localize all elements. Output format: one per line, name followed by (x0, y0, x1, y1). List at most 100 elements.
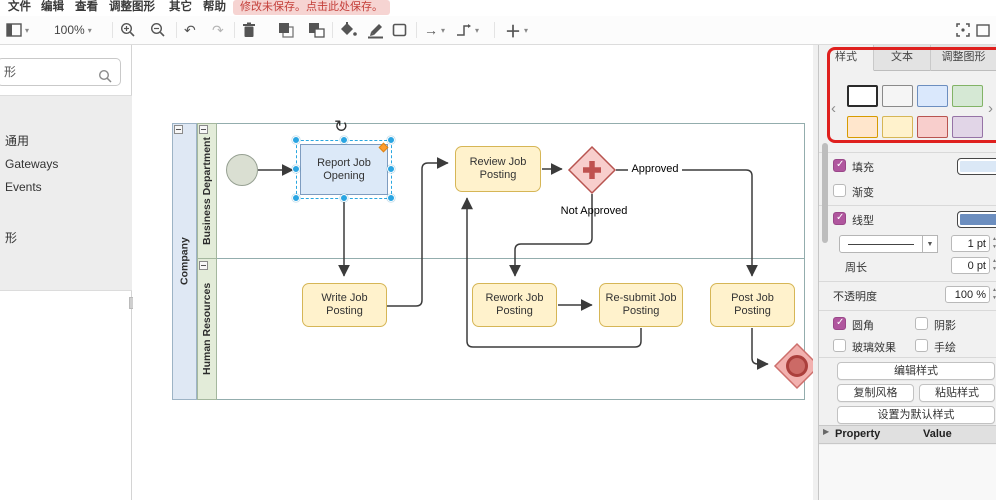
opacity-stepper[interactable]: ▲ ▼ (990, 286, 996, 303)
collapse-icon[interactable] (199, 125, 208, 134)
insert-button[interactable]: ＋ ▾ (505, 20, 528, 41)
redo-button[interactable]: ↷ (212, 20, 224, 40)
line-width-stepper[interactable]: ▲ ▼ (990, 235, 996, 252)
start-event-node[interactable] (226, 154, 258, 186)
edge-label-not-approved[interactable]: Not Approved (554, 205, 634, 217)
menu-arrange[interactable]: 调整图形 (109, 0, 155, 15)
set-default-style-button[interactable]: 设置为默认样式 (837, 406, 995, 424)
delete-button[interactable] (242, 20, 256, 40)
fill-color-button[interactable] (340, 20, 358, 40)
selection-handle[interactable] (292, 136, 300, 144)
fill-color-chip[interactable] (957, 158, 996, 175)
edit-style-button[interactable]: 编辑样式 (837, 362, 995, 380)
line-width-input[interactable]: 1 pt (951, 235, 990, 252)
task-node-review-job-posting[interactable]: Review Job Posting (455, 146, 541, 192)
selection-handle[interactable] (340, 136, 348, 144)
panel-scrollbar[interactable] (822, 143, 828, 243)
style-swatch[interactable] (917, 116, 948, 138)
menu-view[interactable]: 查看 (75, 0, 98, 15)
waypoints-button[interactable]: ▾ (456, 20, 479, 40)
style-swatch[interactable] (917, 85, 948, 107)
gradient-checkbox[interactable] (833, 184, 846, 197)
expand-icon[interactable]: ▶ (823, 427, 829, 436)
fill-checkbox[interactable] (833, 159, 846, 172)
perimeter-input[interactable]: 0 pt (951, 257, 990, 274)
tab-text[interactable]: 文本 (874, 45, 931, 71)
collapse-icon[interactable] (174, 125, 183, 134)
swatch-prev-icon[interactable]: ‹ (831, 100, 836, 117)
sidebar-section-general[interactable]: 通用 (5, 132, 29, 149)
zoom-in-button[interactable] (120, 20, 136, 40)
collapse-icon[interactable] (199, 261, 208, 270)
undo-button[interactable]: ↶ (184, 20, 196, 40)
task-label: Review Job Posting (469, 156, 527, 181)
line-style-select[interactable] (839, 235, 923, 253)
selection-handle[interactable] (340, 194, 348, 202)
style-swatch[interactable] (882, 116, 913, 138)
sidebar-section-gateways[interactable]: Gateways (5, 157, 58, 171)
fullscreen-button[interactable] (956, 20, 970, 40)
connector-icon (457, 24, 471, 36)
diagram-canvas[interactable]: Company Business Department Human Resour… (133, 45, 813, 500)
task-node-report-job-opening[interactable]: Report Job Opening (300, 144, 388, 195)
zoom-out-icon (150, 22, 165, 37)
menu-extras[interactable]: 其它 (169, 0, 192, 15)
edge-label-approved[interactable]: Approved (628, 163, 682, 175)
selection-handle[interactable] (387, 194, 395, 202)
menu-help[interactable]: 帮助 (203, 0, 226, 15)
sidebar-section-shapes[interactable]: 形 (5, 229, 17, 246)
style-swatch[interactable] (847, 116, 878, 138)
caret-icon: ▾ (441, 25, 446, 35)
tab-arrange[interactable]: 调整图形 (931, 45, 996, 71)
search-input[interactable]: 形 (0, 58, 121, 86)
selection-handle[interactable] (292, 194, 300, 202)
selection-handle[interactable] (292, 165, 300, 173)
toolbar-separator (176, 22, 177, 38)
paste-style-button[interactable]: 粘贴样式 (919, 384, 995, 402)
shadow-button[interactable] (392, 20, 407, 40)
shadow-checkbox[interactable] (915, 317, 928, 330)
perimeter-stepper[interactable]: ▲ ▼ (990, 257, 996, 274)
line-color-chip[interactable] (957, 211, 996, 228)
task-node-post-job-posting[interactable]: Post Job Posting (710, 283, 795, 327)
sidebar-section-events[interactable]: Events (5, 180, 42, 194)
style-swatch[interactable] (847, 85, 878, 107)
zoom-out-button[interactable] (150, 20, 166, 40)
style-swatch[interactable] (882, 85, 913, 107)
selection-handle[interactable] (387, 165, 395, 173)
pages-button[interactable]: ▾ (6, 20, 29, 40)
style-swatch[interactable] (952, 85, 983, 107)
menu-file[interactable]: 文件 (8, 0, 31, 15)
rotate-handle-icon[interactable]: ↻ (334, 117, 348, 137)
selection-handle[interactable] (387, 136, 395, 144)
line-style-caret-icon[interactable]: ▼ (922, 235, 938, 253)
panel-divider (819, 357, 996, 358)
line-color-button[interactable] (366, 20, 384, 40)
task-node-write-job-posting[interactable]: Write Job Posting (302, 283, 387, 327)
opacity-input[interactable]: 100 % (945, 286, 990, 303)
line-checkbox[interactable] (833, 212, 846, 225)
fullscreen-icon (956, 23, 970, 37)
format-panel-toggle-button[interactable] (976, 20, 990, 40)
swatch-next-icon[interactable]: › (988, 100, 993, 117)
style-swatch[interactable] (952, 116, 983, 138)
sketch-checkbox[interactable] (915, 339, 928, 352)
zoom-select[interactable]: 100% ▾ (54, 20, 92, 40)
task-node-rework-job-posting[interactable]: Rework Job Posting (472, 283, 557, 327)
to-front-button[interactable] (278, 20, 295, 40)
tab-style[interactable]: 样式 (819, 45, 874, 71)
line-color-icon (368, 23, 383, 38)
format-tabbar: 样式 文本 调整图形 (819, 45, 996, 71)
menu-edit[interactable]: 编辑 (41, 0, 64, 15)
task-node-resubmit-job-posting[interactable]: Re-submit Job Posting (599, 283, 683, 327)
lane-bar-business-department[interactable]: Business Department (197, 123, 217, 259)
pool-title-bar[interactable]: Company (172, 123, 197, 400)
to-back-button[interactable] (308, 20, 325, 40)
unsaved-changes-warning[interactable]: 修改未保存。点击此处保存。 (233, 0, 390, 15)
copy-style-button[interactable]: 复制风格 (837, 384, 914, 402)
fill-color-icon (341, 22, 357, 36)
glass-checkbox[interactable] (833, 339, 846, 352)
connection-arrow-button[interactable]: → ▾ (424, 20, 445, 40)
rounded-checkbox[interactable] (833, 317, 846, 330)
lane-bar-human-resources[interactable]: Human Resources (197, 258, 217, 400)
